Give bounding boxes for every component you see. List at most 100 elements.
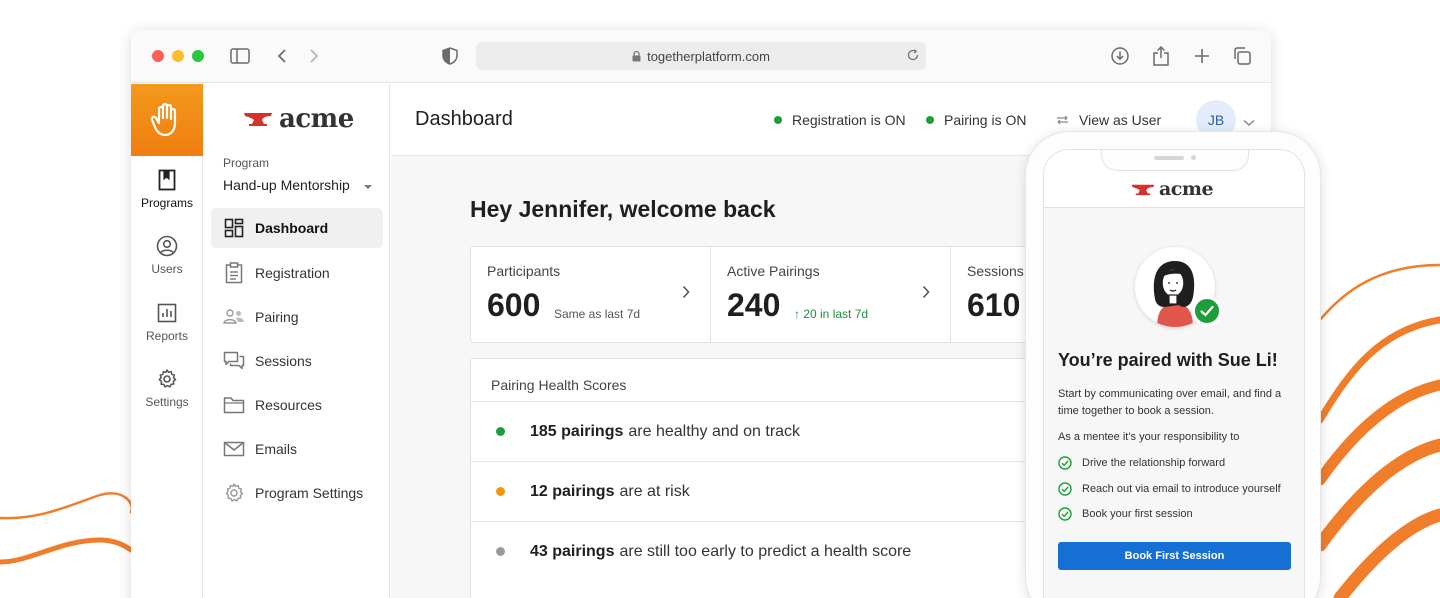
rail-item-label: Reports (145, 329, 189, 343)
clipboard-icon (223, 262, 245, 284)
gear-icon (156, 367, 178, 391)
program-label: Program (223, 156, 270, 170)
health-row-healthy[interactable]: 185 pairings are healthy and on track (471, 401, 1109, 461)
app-logo[interactable] (131, 84, 203, 156)
status-dot (496, 427, 505, 436)
pairing-health-panel: Pairing Health Scores 185 pairings are h… (470, 358, 1110, 598)
caret-down-icon (363, 177, 373, 193)
nav-item-resources[interactable]: Resources (211, 385, 383, 425)
status-dot (496, 547, 505, 556)
brand-name: acme (279, 104, 354, 134)
back-arrow-icon[interactable] (274, 44, 290, 68)
rail-item-label: Programs (140, 196, 193, 210)
program-select-value: Hand-up Mentorship (223, 177, 350, 193)
acme-logo: acme (1131, 178, 1214, 200)
program-select[interactable]: Hand-up Mentorship (223, 177, 373, 193)
sidebar-toggle-icon[interactable] (229, 44, 251, 68)
nav-item-label: Emails (255, 441, 298, 457)
brand-name: acme (1159, 178, 1214, 200)
stat-value: 610 (967, 287, 1021, 323)
check-circle-icon (1058, 507, 1072, 521)
lock-icon (632, 50, 641, 62)
forward-arrow-icon[interactable] (306, 44, 322, 68)
nav-item-pairing[interactable]: Pairing (211, 297, 383, 337)
health-text: are at risk (619, 482, 690, 500)
pairing-status-label: Pairing is ON (944, 112, 1027, 128)
nav-item-dashboard[interactable]: Dashboard (211, 208, 383, 248)
camera-dot (1191, 155, 1196, 160)
nav-item-label: Program Settings (255, 485, 364, 501)
registration-status-label: Registration is ON (792, 112, 906, 128)
phone-mockup: acme You’re paired with Sue Li! Start by… (1025, 131, 1321, 598)
acme-logo[interactable]: acme (243, 104, 354, 134)
anvil-icon (1131, 184, 1155, 195)
user-circle-icon (156, 234, 178, 258)
pairing-status[interactable]: Pairing is ON (926, 112, 1026, 128)
book-first-session-button[interactable]: Book First Session (1058, 542, 1291, 570)
program-sidebar: acme Program Hand-up Mentorship Dashboar… (203, 84, 390, 598)
paired-check-icon (1192, 296, 1222, 326)
stat-label: Participants (487, 263, 561, 279)
rail-item-label: Users (151, 262, 183, 276)
stat-value: 240 (727, 287, 781, 323)
welcome-greeting: Hey Jennifer, welcome back (470, 196, 776, 222)
stat-note: Same as last 7d (554, 307, 641, 321)
paired-title: You’re paired with Sue Li! (1058, 350, 1278, 370)
health-row-too-early[interactable]: 43 pairings are still too early to predi… (471, 521, 1109, 581)
health-count: 185 pairings (530, 422, 624, 440)
view-as-user-label: View as User (1079, 112, 1162, 128)
bar-chart-icon (157, 301, 177, 325)
zoom-window-button[interactable] (192, 50, 204, 62)
address-bar[interactable]: togetherplatform.com (476, 42, 926, 70)
nav-item-program-settings[interactable]: Program Settings (211, 473, 383, 513)
nav-item-label: Dashboard (255, 220, 329, 236)
status-dot (496, 487, 505, 496)
checklist-text: Reach out via email to introduce yoursel… (1082, 483, 1281, 495)
view-as-user-button[interactable]: View as User (1056, 112, 1161, 128)
stat-value: 600 (487, 287, 541, 323)
nav-item-label: Resources (255, 397, 322, 413)
tab-overview-icon[interactable] (1231, 44, 1253, 68)
chevron-down-icon[interactable] (1243, 114, 1255, 132)
rail-item-settings[interactable]: Settings (131, 367, 203, 409)
anvil-icon (244, 113, 272, 126)
checklist-item: Reach out via email to introduce yoursel… (1058, 482, 1281, 496)
download-icon[interactable] (1109, 44, 1131, 68)
stat-label: Active Pairings (727, 263, 820, 279)
stat-card-participants[interactable]: Participants 600 Same as last 7d (471, 247, 711, 342)
new-tab-plus-icon[interactable] (1191, 44, 1213, 68)
chevron-right-icon (922, 285, 930, 304)
rail-item-reports[interactable]: Reports (131, 301, 203, 343)
address-bar-url: togetherplatform.com (647, 48, 770, 64)
nav-item-label: Registration (255, 265, 330, 281)
registration-status[interactable]: Registration is ON (774, 112, 906, 128)
health-row-at-risk[interactable]: 12 pairings are at risk (471, 461, 1109, 521)
stat-note: ↑ 20 in last 7d (794, 307, 869, 321)
stat-label: Sessions (967, 263, 1024, 279)
health-count: 43 pairings (530, 542, 615, 560)
nav-item-registration[interactable]: Registration (211, 253, 383, 293)
stats-cards: Participants 600 Same as last 7d Active … (470, 246, 1110, 343)
rail-item-programs[interactable]: Programs (131, 168, 203, 210)
responsibility-heading: As a mentee it’s your responsibility to (1058, 431, 1240, 443)
share-icon[interactable] (1150, 44, 1172, 68)
check-circle-icon (1058, 482, 1072, 496)
stat-card-active-pairings[interactable]: Active Pairings 240 ↑ 20 in last 7d (711, 247, 951, 342)
checklist-text: Book your first session (1082, 508, 1193, 520)
raised-hand-icon (150, 102, 177, 137)
privacy-shield-icon[interactable] (441, 44, 459, 68)
paired-intro: Start by communicating over email, and f… (1058, 388, 1282, 417)
primary-rail: Programs Users Reports Settings (131, 84, 203, 598)
rail-item-users[interactable]: Users (131, 234, 203, 276)
reload-icon[interactable] (906, 48, 920, 65)
nav-item-emails[interactable]: Emails (211, 429, 383, 469)
minimize-window-button[interactable] (172, 50, 184, 62)
phone-notch (1101, 150, 1249, 171)
checklist-item: Book your first session (1058, 507, 1193, 521)
envelope-icon (223, 438, 245, 460)
check-circle-icon (1058, 456, 1072, 470)
health-text: are healthy and on track (628, 422, 801, 440)
nav-item-sessions[interactable]: Sessions (211, 341, 383, 381)
close-window-button[interactable] (152, 50, 164, 62)
status-dot (774, 116, 782, 124)
